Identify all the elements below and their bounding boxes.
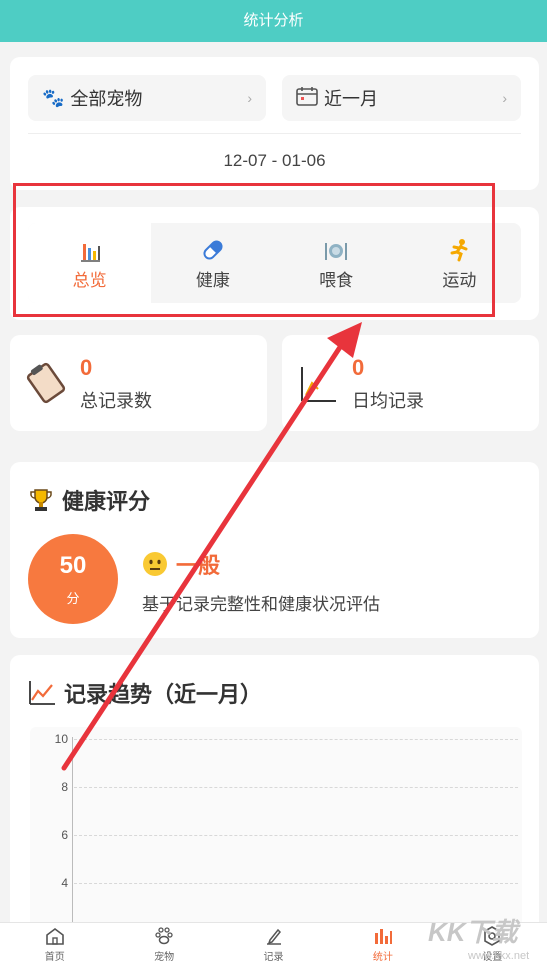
health-score-card: 健康评分 50 分 一般 基于记录完整性和健康状况评估 [10, 462, 539, 638]
gridline [74, 835, 518, 836]
stat-label: 日均记录 [352, 391, 424, 411]
gridline [74, 787, 518, 788]
nav-records[interactable]: 记录 [219, 923, 328, 966]
trend-title: 记录趋势（近一月） [64, 682, 263, 707]
nav-label: 宠物 [154, 952, 175, 963]
y-tick-label: 4 [61, 876, 68, 890]
nav-label: 首页 [44, 952, 65, 963]
home-icon [45, 926, 65, 946]
pencil-icon [264, 926, 284, 946]
score-value: 50 [59, 552, 87, 579]
section-title: 健康评分 [28, 484, 150, 516]
chevron-right-icon: › [247, 90, 252, 106]
y-tick-label: 8 [61, 780, 68, 794]
daily-average-card: 0 日均记录 [282, 335, 539, 431]
y-tick-label: 10 [54, 732, 68, 746]
highlight-box [13, 183, 495, 317]
health-title: 健康评分 [62, 489, 151, 514]
range-selector[interactable]: 近一月 › [282, 75, 521, 121]
trophy-icon [28, 487, 54, 513]
page-title: 统计分析 [0, 0, 547, 42]
nav-label: 统计 [372, 952, 393, 963]
neutral-face-icon [142, 551, 168, 577]
nav-stats[interactable]: 统计 [328, 923, 437, 966]
paw-icon [154, 926, 174, 946]
trend-chart: 10 8 6 4 [30, 727, 522, 937]
chart-axis-icon [298, 365, 338, 410]
y-tick-label: 6 [61, 828, 68, 842]
range-selector-label: 近一月 [324, 89, 378, 109]
health-level-label: 一般 [176, 553, 221, 578]
gridline [74, 883, 518, 884]
total-records-card: 0 总记录数 [10, 335, 267, 431]
clipboard-icon [26, 361, 66, 410]
bar-chart-icon [373, 926, 393, 946]
trend-card: 记录趋势（近一月） 10 8 6 4 [10, 655, 539, 945]
section-title: 记录趋势（近一月） [28, 677, 262, 709]
filter-card: 🐾 全部宠物 › 近一月 › 12-07 - 01-06 [10, 57, 539, 190]
chevron-right-icon: › [502, 90, 507, 106]
y-axis [72, 737, 73, 937]
stat-value: 0 [80, 355, 93, 380]
divider [28, 133, 521, 134]
pet-selector-label: 全部宠物 [70, 89, 143, 109]
score-circle: 50 分 [28, 534, 118, 624]
line-chart-icon [28, 680, 56, 706]
watermark: KK下载 [428, 917, 518, 947]
stat-value: 0 [352, 355, 365, 380]
nav-label: 记录 [263, 952, 284, 963]
watermark-url: www.kkx.net [468, 950, 530, 962]
score-unit: 分 [66, 591, 80, 606]
gridline [74, 739, 518, 740]
pet-selector[interactable]: 🐾 全部宠物 › [28, 75, 266, 121]
date-range: 12-07 - 01-06 [223, 151, 326, 170]
health-level: 一般 [142, 548, 220, 580]
calendar-icon [296, 86, 318, 111]
paw-icon: 🐾 [42, 87, 65, 108]
health-description: 基于记录完整性和健康状况评估 [142, 595, 380, 614]
nav-pets[interactable]: 宠物 [109, 923, 218, 966]
stat-label: 总记录数 [80, 391, 152, 411]
nav-home[interactable]: 首页 [0, 923, 109, 966]
